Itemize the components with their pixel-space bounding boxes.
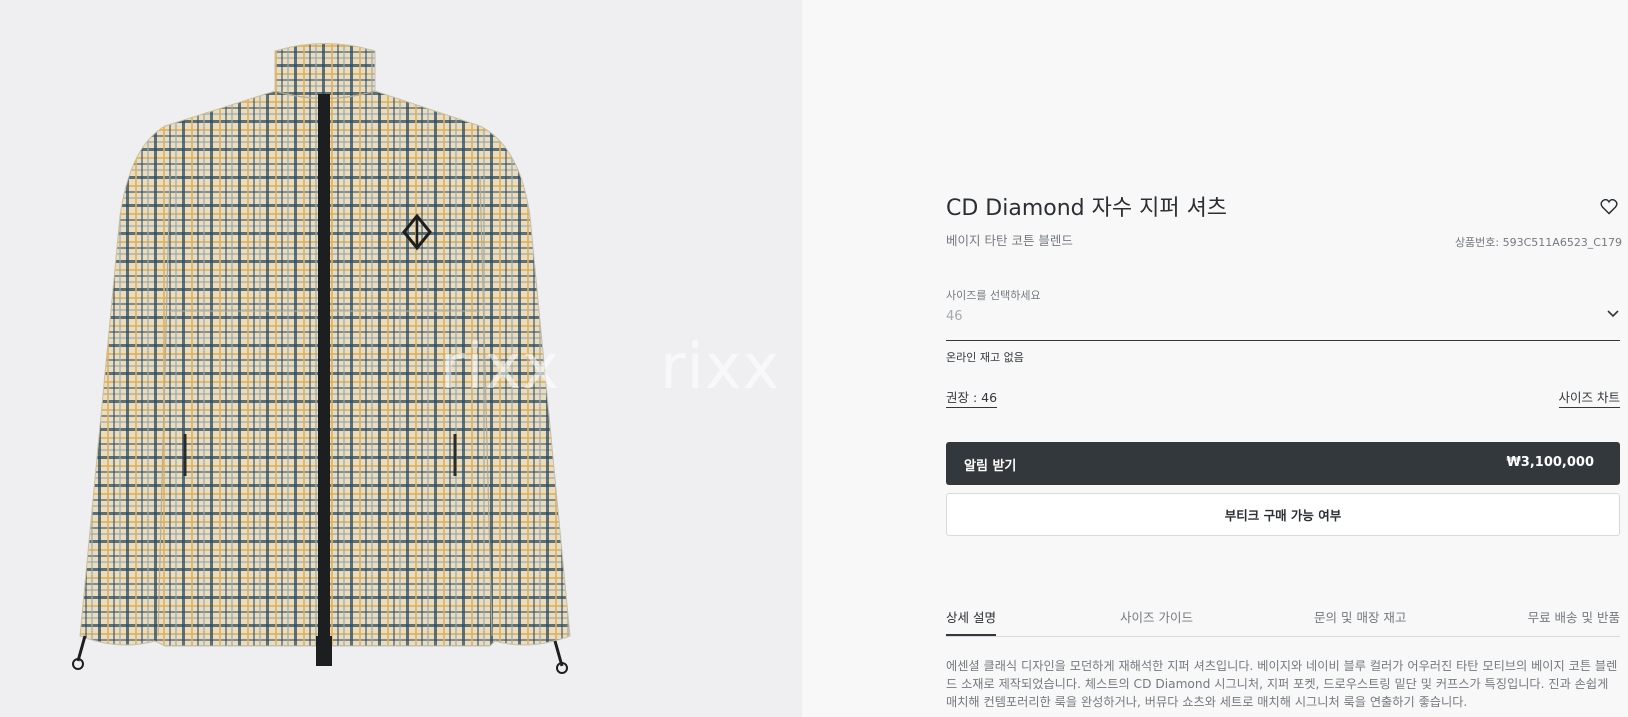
product-title: CD Diamond 자수 지퍼 셔츠: [946, 196, 1228, 221]
product-sku: 상품번호: 593C511A6523_C179: [1454, 236, 1622, 249]
tab-size-guide[interactable]: 사이즈 가이드: [1120, 607, 1193, 634]
notify-button[interactable]: 알림 받기 ₩3,100,000: [946, 442, 1620, 485]
price: ₩3,100,000: [1506, 455, 1594, 470]
stock-status: 온라인 재고 없음: [946, 351, 1024, 364]
heart-icon[interactable]: [1600, 199, 1618, 215]
boutique-availability-label: 부티크 구매 가능 여부: [1224, 508, 1342, 523]
product-image[interactable]: [70, 36, 590, 676]
product-description: 에센셜 클래식 디자인을 모던하게 재해석한 지퍼 셔츠입니다. 베이지와 네이…: [946, 659, 1618, 709]
size-chart-link[interactable]: 사이즈 차트: [1558, 387, 1620, 408]
notify-button-label: 알림 받기: [964, 459, 1017, 474]
tab-shipping-returns[interactable]: 무료 배송 및 반품: [1528, 607, 1620, 634]
product-tabs: 상세 설명 사이즈 가이드 문의 및 매장 재고 무료 배송 및 반품: [946, 605, 1620, 637]
size-select[interactable]: 사이즈를 선택하세요 46: [946, 283, 1620, 341]
product-subtitle: 베이지 타탄 코튼 블렌드: [946, 233, 1073, 248]
tab-inquiry-stock[interactable]: 문의 및 매장 재고: [1314, 607, 1406, 634]
size-select-value: 46: [946, 309, 963, 324]
product-image-panel: [0, 0, 802, 717]
recommended-size[interactable]: 권장 : 46: [946, 387, 998, 408]
size-select-label: 사이즈를 선택하세요: [946, 289, 1041, 302]
boutique-availability-button[interactable]: 부티크 구매 가능 여부: [946, 493, 1620, 536]
tab-details[interactable]: 상세 설명: [946, 607, 996, 636]
chevron-down-icon: [1607, 310, 1619, 318]
